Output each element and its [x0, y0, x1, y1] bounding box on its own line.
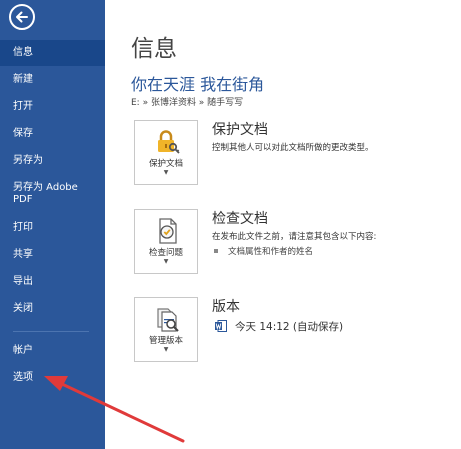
annotation-arrow-icon	[44, 376, 185, 443]
